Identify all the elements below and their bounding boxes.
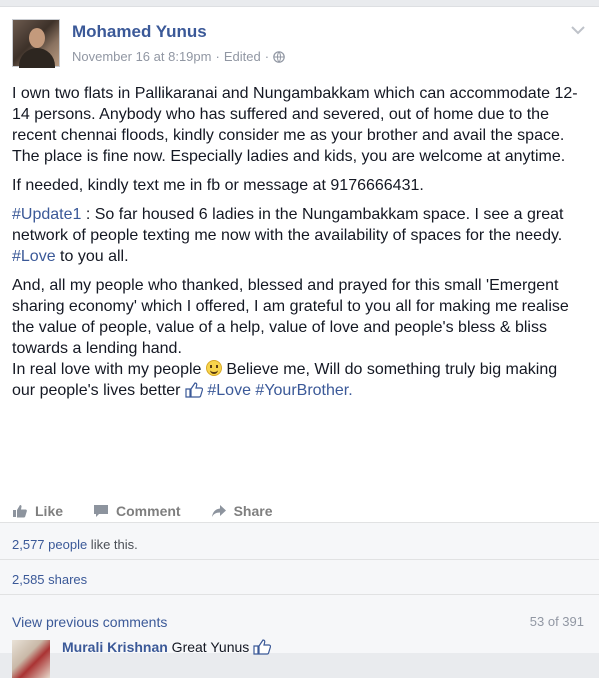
shares-summary: 2,585 shares bbox=[0, 559, 599, 594]
shares-count-link[interactable]: 2,585 shares bbox=[12, 572, 87, 587]
likes-summary: 2,577 people like this. bbox=[0, 522, 599, 559]
post-meta: November 16 at 8:19pm · Edited · bbox=[72, 49, 285, 64]
post-paragraph: I own two flats in Pallikaranai and Nung… bbox=[12, 85, 578, 165]
view-previous-comments-link[interactable]: View previous comments bbox=[12, 614, 167, 630]
like-button[interactable]: Like bbox=[12, 503, 63, 519]
author-name[interactable]: Mohamed Yunus bbox=[72, 22, 207, 42]
commenter-avatar[interactable] bbox=[12, 640, 50, 678]
comment-count: 53 of 391 bbox=[529, 614, 584, 629]
comment-button[interactable]: Comment bbox=[93, 503, 181, 519]
like-icon bbox=[13, 505, 27, 518]
post-body: I own two flats in Pallikaranai and Nung… bbox=[12, 83, 584, 409]
chevron-down-icon[interactable] bbox=[571, 25, 585, 35]
post-paragraph: If needed, kindly text me in fb or messa… bbox=[12, 177, 424, 194]
comments-section: View previous comments 53 of 391 Murali … bbox=[0, 594, 599, 678]
edited-label[interactable]: Edited bbox=[224, 49, 261, 64]
hashtag-update1[interactable]: #Update1 bbox=[12, 206, 81, 223]
likes-count-link[interactable]: 2,577 people bbox=[12, 537, 87, 552]
hashtag-love[interactable]: #Love bbox=[12, 248, 56, 265]
comment-icon bbox=[94, 505, 109, 517]
thumbs-up-icon bbox=[185, 382, 203, 398]
post-paragraph: #Update1 : So far housed 6 ladies in the… bbox=[12, 206, 564, 265]
hashtag-yourbrother[interactable]: #YourBrother. bbox=[255, 382, 352, 399]
share-icon bbox=[211, 505, 226, 517]
hashtag-love[interactable]: #Love bbox=[203, 382, 255, 399]
post-paragraph: And, all my people who thanked, blessed … bbox=[12, 277, 569, 399]
share-button[interactable]: Share bbox=[211, 503, 273, 519]
author-avatar[interactable] bbox=[12, 19, 60, 68]
smiley-emoji-icon bbox=[205, 360, 222, 376]
globe-icon[interactable] bbox=[273, 50, 285, 63]
post-date[interactable]: November 16 at 8:19pm bbox=[72, 49, 211, 64]
